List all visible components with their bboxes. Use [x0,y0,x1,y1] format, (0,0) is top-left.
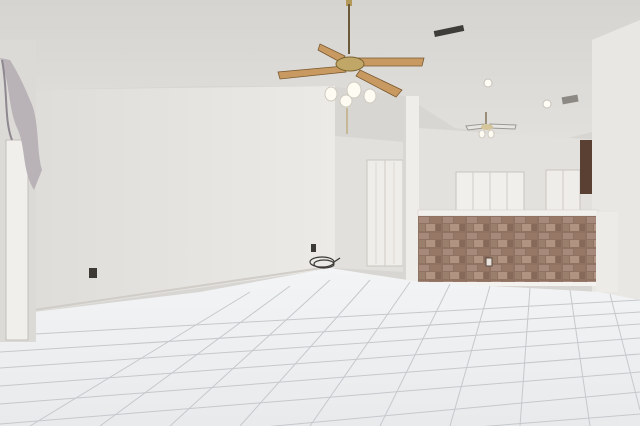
closet-door[interactable] [366,159,404,267]
curtain [0,40,42,342]
stone-counter [417,209,618,292]
power-outlet-icon [89,268,97,278]
room-photo [0,0,640,426]
recessed-light-icon [542,99,552,109]
recessed-light-icon [483,78,493,88]
power-outlet-icon [485,257,493,267]
kitchen-cabinet-doors [455,169,581,213]
kitchen-cabinet-dark [580,140,592,194]
power-outlet-icon [311,244,316,252]
